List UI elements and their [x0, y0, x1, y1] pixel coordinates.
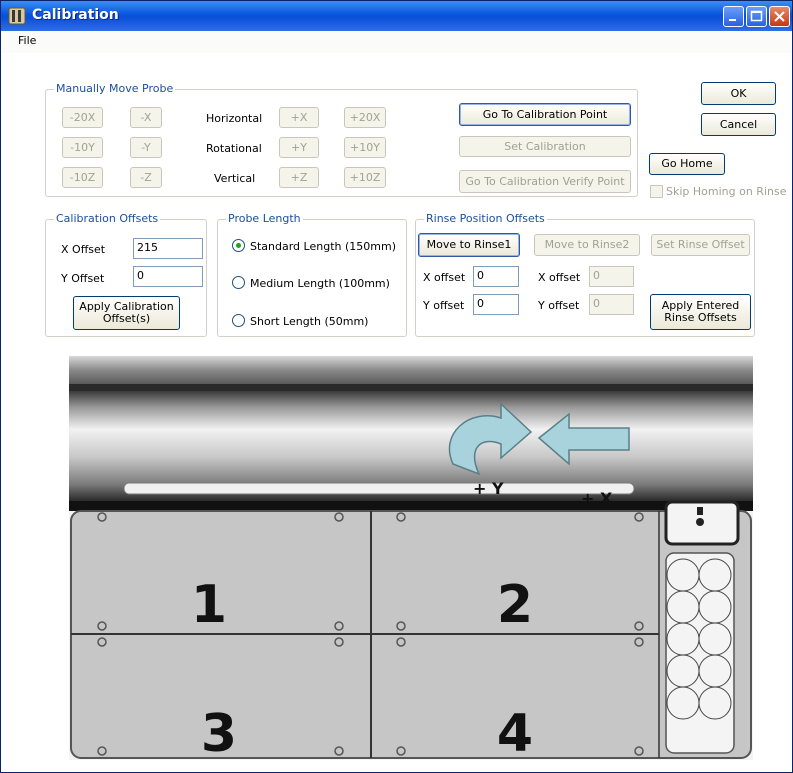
x-offset-label: X Offset — [61, 243, 106, 256]
standard-length-label: Standard Length (150mm) — [250, 240, 396, 253]
rinse2-x-offset-label: X offset — [538, 271, 581, 284]
go-home-button[interactable]: Go Home — [649, 153, 725, 175]
set-rinse-offset-button[interactable]: Set Rinse Offset — [651, 234, 750, 256]
dialog-body: Manually Move Probe -20X -X -10Y -Y -10Z… — [1, 53, 792, 772]
minimize-icon — [729, 19, 736, 21]
skip-homing-label: Skip Homing on Rinse — [666, 185, 787, 198]
app-icon — [8, 7, 26, 25]
medium-length-label: Medium Length (100mm) — [250, 277, 390, 290]
minus-y-button[interactable]: -Y — [130, 137, 162, 158]
title-bar[interactable]: Calibration — [1, 1, 792, 31]
minus-z-button[interactable]: -Z — [130, 167, 162, 188]
plus-10z-button[interactable]: +10Z — [344, 167, 386, 188]
move-to-rinse2-button[interactable]: Move to Rinse2 — [534, 234, 640, 256]
rinse1-x-offset-label: X offset — [423, 271, 466, 284]
rinse1-y-offset-input[interactable]: 0 — [473, 294, 519, 315]
cancel-button[interactable]: Cancel — [701, 113, 776, 136]
close-button[interactable] — [769, 6, 790, 27]
rinse2-y-offset-input[interactable]: 0 — [589, 294, 634, 315]
minus-20x-button[interactable]: -20X — [62, 107, 103, 128]
gantry-top — [69, 356, 753, 384]
instrument-diagram: 1 2 3 4 + Y + X — [69, 356, 753, 760]
plus-y-diagram-label: + Y — [473, 479, 504, 498]
set-calibration-button[interactable]: Set Calibration — [459, 136, 631, 157]
standard-length-radio[interactable] — [232, 239, 245, 252]
rotational-label: Rotational — [206, 142, 262, 155]
apply-calibration-offsets-button[interactable]: Apply Calibration Offset(s) — [73, 296, 180, 330]
rinse1-y-offset-label: Y offset — [423, 299, 465, 312]
close-icon — [774, 11, 785, 22]
y-offset-input[interactable]: 0 — [133, 266, 203, 287]
move-to-rinse1-button[interactable]: Move to Rinse1 — [418, 233, 520, 257]
y-offset-label: Y Offset — [61, 272, 105, 285]
medium-length-radio[interactable] — [232, 276, 245, 289]
quadrant-1-label: 1 — [191, 575, 227, 635]
vertical-label: Vertical — [214, 172, 256, 185]
rinse-offsets-legend: Rinse Position Offsets — [424, 212, 547, 225]
rinse-station — [664, 500, 740, 754]
short-length-radio[interactable] — [232, 314, 245, 327]
maximize-icon — [750, 10, 763, 22]
apply-rinse-offsets-button[interactable]: Apply Entered Rinse Offsets — [650, 294, 751, 330]
short-length-label: Short Length (50mm) — [250, 315, 369, 328]
minus-10y-button[interactable]: -10Y — [62, 137, 103, 158]
minus-10z-button[interactable]: -10Z — [62, 167, 103, 188]
plus-20x-button[interactable]: +20X — [344, 107, 386, 128]
minus-x-button[interactable]: -X — [130, 107, 162, 128]
probe-length-legend: Probe Length — [226, 212, 303, 225]
calibration-window: Calibration File Manually Move Probe -20… — [0, 0, 793, 773]
x-offset-input[interactable]: 215 — [133, 238, 203, 259]
rinse2-x-offset-input[interactable]: 0 — [589, 266, 634, 287]
plus-z-button[interactable]: +Z — [279, 167, 319, 188]
go-to-calibration-point-button[interactable]: Go To Calibration Point — [459, 103, 631, 126]
quadrant-2-label: 2 — [497, 575, 533, 635]
horizontal-label: Horizontal — [206, 112, 263, 125]
maximize-button[interactable] — [746, 6, 767, 27]
manual-move-legend: Manually Move Probe — [54, 82, 176, 95]
plus-x-diagram-label: + X — [581, 489, 613, 508]
menu-file[interactable]: File — [18, 34, 36, 47]
window-title: Calibration — [32, 7, 119, 23]
calibration-offsets-legend: Calibration Offsets — [54, 212, 161, 225]
minimize-button[interactable] — [723, 6, 744, 27]
quadrant-3-label: 3 — [201, 704, 237, 760]
quadrant-4-label: 4 — [497, 704, 533, 760]
go-to-verify-point-button[interactable]: Go To Calibration Verify Point — [459, 170, 631, 193]
ok-button[interactable]: OK — [701, 82, 776, 105]
menu-bar: File — [1, 31, 792, 53]
rinse2-y-offset-label: Y offset — [538, 299, 580, 312]
plus-y-button[interactable]: +Y — [279, 137, 319, 158]
plus-10y-button[interactable]: +10Y — [344, 137, 386, 158]
plus-x-button[interactable]: +X — [279, 107, 319, 128]
skip-homing-checkbox[interactable] — [650, 185, 663, 198]
rinse1-x-offset-input[interactable]: 0 — [473, 266, 519, 287]
